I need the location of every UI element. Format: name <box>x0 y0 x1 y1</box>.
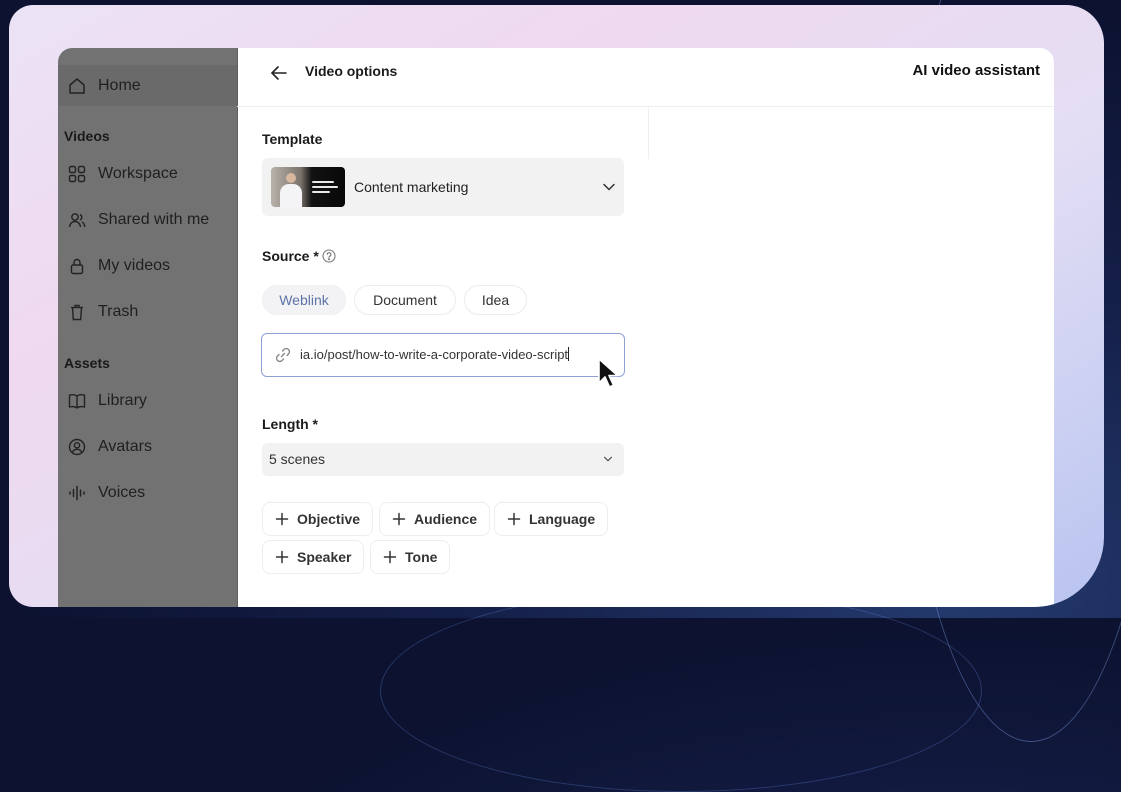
length-label: Length * <box>262 416 318 432</box>
template-thumbnail <box>271 167 345 207</box>
trash-icon <box>71 304 83 321</box>
chip-label: Tone <box>405 549 438 565</box>
sidebar-item-label: Workspace <box>98 165 178 182</box>
template-selected-value: Content marketing <box>354 179 469 195</box>
book-icon <box>68 394 86 409</box>
help-icon[interactable] <box>322 249 336 263</box>
app-window: Home Videos Workspace Shared with me My … <box>58 48 1054 607</box>
url-input-value: ia.io/post/how-to-write-a-corporate-vide… <box>300 347 570 362</box>
sidebar-item-label: Voices <box>98 484 146 501</box>
chevron-down-icon <box>603 183 615 191</box>
chip-label: Speaker <box>297 549 352 565</box>
source-tab-idea[interactable]: Idea <box>464 285 527 315</box>
home-icon <box>69 77 85 94</box>
sidebar-item-workspace[interactable]: Workspace <box>58 157 237 191</box>
template-dropdown[interactable]: Content marketing <box>262 158 624 216</box>
section-label-videos: Videos <box>64 128 110 144</box>
lock-icon <box>70 258 84 275</box>
sidebar: Home Videos Workspace Shared with me My … <box>58 48 238 607</box>
panel-divider <box>648 107 649 159</box>
assistant-panel-title: AI video assistant <box>912 62 1040 79</box>
source-tab-document[interactable]: Document <box>354 285 456 315</box>
chip-label: Language <box>529 511 596 527</box>
arrow-left-icon <box>271 66 287 80</box>
source-tab-weblink[interactable]: Weblink <box>262 285 346 315</box>
plus-icon <box>383 550 397 564</box>
chip-label: Objective <box>297 511 361 527</box>
chip-label: Audience <box>414 511 478 527</box>
top-bar: Video options AI video assistant <box>237 48 1054 107</box>
sidebar-item-shared[interactable]: Shared with me <box>58 203 237 237</box>
sidebar-item-library[interactable]: Library <box>58 384 237 418</box>
plus-icon <box>275 512 289 526</box>
add-language-button[interactable]: Language <box>494 502 609 536</box>
sidebar-item-label: Home <box>98 76 141 94</box>
length-selected-value: 5 scenes <box>269 451 326 467</box>
sidebar-item-my-videos[interactable]: My videos <box>58 249 237 283</box>
add-tone-button[interactable]: Tone <box>370 540 451 574</box>
waveform-icon <box>69 485 85 501</box>
plus-icon <box>275 550 289 564</box>
page-title: Video options <box>305 63 398 79</box>
sidebar-item-label: Trash <box>98 303 139 320</box>
add-speaker-button[interactable]: Speaker <box>262 540 365 574</box>
avatar-icon <box>68 438 86 456</box>
sidebar-item-voices[interactable]: Voices <box>58 476 237 510</box>
mouse-cursor-icon <box>598 358 619 388</box>
sidebar-item-label: My videos <box>98 257 171 274</box>
link-icon <box>275 347 291 363</box>
source-label: Source * <box>262 248 319 264</box>
add-objective-button[interactable]: Objective <box>262 502 374 536</box>
chevron-down-icon <box>603 456 613 462</box>
sidebar-item-label: Library <box>98 392 147 409</box>
sidebar-item-home[interactable]: Home <box>58 65 237 106</box>
window-frame: Home Videos Workspace Shared with me My … <box>9 5 1104 607</box>
sidebar-item-label: Avatars <box>98 438 152 455</box>
plus-icon <box>392 512 406 526</box>
sidebar-item-label: Shared with me <box>98 211 210 228</box>
background-arc <box>380 590 982 792</box>
users-icon <box>68 213 86 228</box>
template-label: Template <box>262 131 323 147</box>
sidebar-item-trash[interactable]: Trash <box>58 295 237 329</box>
sidebar-item-avatars[interactable]: Avatars <box>58 430 237 464</box>
url-input[interactable]: ia.io/post/how-to-write-a-corporate-vide… <box>261 333 625 377</box>
section-label-assets: Assets <box>64 355 110 371</box>
plus-icon <box>507 512 521 526</box>
back-button[interactable] <box>267 61 291 85</box>
add-audience-button[interactable]: Audience <box>379 502 491 536</box>
length-dropdown[interactable]: 5 scenes <box>262 443 624 476</box>
grid-icon <box>68 165 86 183</box>
main-panel: Video options AI video assistant Templat… <box>237 48 1054 607</box>
text-caret <box>568 347 570 361</box>
